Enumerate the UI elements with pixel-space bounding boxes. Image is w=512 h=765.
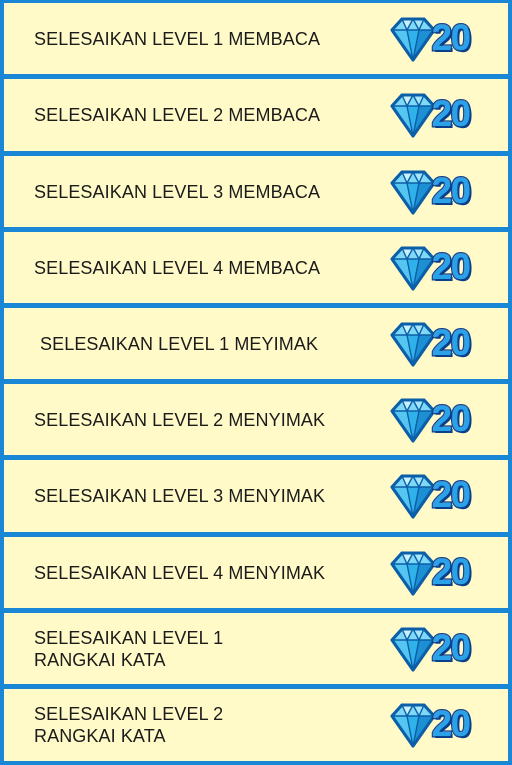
reward-badge: 20 — [388, 315, 500, 371]
task-label: SELESAIKAN LEVEL 1 RANGKAI KATA — [34, 627, 224, 670]
task-row[interactable]: SELESAIKAN LEVEL 2 MEMBACA 20 — [4, 79, 508, 151]
reward-amount: 20 — [430, 320, 472, 364]
reward-amount: 20 — [430, 549, 472, 593]
task-label: SELESAIKAN LEVEL 2 MENYIMAK — [34, 409, 326, 430]
task-row[interactable]: SELESAIKAN LEVEL 2 MENYIMAK 20 — [4, 384, 508, 455]
diamond-icon — [390, 246, 436, 290]
diamond-icon — [390, 398, 436, 442]
reward-amount: 20 — [430, 15, 472, 59]
reward-amount: 20 — [430, 625, 472, 669]
task-label: SELESAIKAN LEVEL 1 MEMBACA — [34, 28, 321, 49]
task-label: SELESAIKAN LEVEL 3 MENYIMAK — [34, 486, 326, 506]
diamond-icon — [390, 703, 436, 748]
task-label: SELESAIKAN LEVEL 2 RANGKAI KATA — [34, 704, 224, 746]
reward-amount: 20 — [430, 473, 472, 517]
diamond-icon — [390, 93, 436, 138]
task-label: SELESAIKAN LEVEL 1 MEYIMAK — [40, 333, 319, 354]
task-row[interactable]: SELESAIKAN LEVEL 4 MEMBACA 20 — [4, 232, 508, 303]
reward-badge: 20 — [388, 86, 500, 142]
reward-badge: 20 — [388, 391, 500, 447]
reward-badge: 20 — [388, 10, 500, 66]
task-row[interactable]: SELESAIKAN LEVEL 3 MENYIMAK 20 — [4, 460, 508, 532]
task-row[interactable]: SELESAIKAN LEVEL 3 MEMBACA 20 — [4, 156, 508, 227]
reward-badge: 20 — [388, 163, 500, 219]
task-row[interactable]: SELESAIKAN LEVEL 4 MENYIMAK 20 — [4, 537, 508, 608]
reward-amount: 20 — [430, 396, 472, 440]
task-row[interactable]: SELESAIKAN LEVEL 1 MEYIMAK 20 — [4, 308, 508, 379]
reward-amount: 20 — [430, 168, 472, 212]
reward-badge: 20 — [388, 467, 500, 523]
task-row[interactable]: SELESAIKAN LEVEL 1 RANGKAI KATA 20 — [4, 613, 508, 684]
reward-badge: 20 — [388, 544, 500, 600]
reward-badge: 20 — [388, 620, 500, 676]
task-label: SELESAIKAN LEVEL 4 MENYIMAK — [34, 562, 326, 583]
diamond-icon — [390, 627, 436, 671]
reward-amount: 20 — [430, 702, 472, 746]
reward-amount: 20 — [430, 244, 472, 288]
reward-amount: 20 — [430, 92, 472, 136]
reward-badge: 20 — [388, 696, 500, 752]
task-row[interactable]: SELESAIKAN LEVEL 2 RANGKAI KATA 20 — [4, 689, 508, 761]
task-label: SELESAIKAN LEVEL 2 MEMBACA — [34, 105, 321, 125]
diamond-icon — [390, 170, 436, 214]
diamond-icon — [390, 551, 436, 595]
task-label: SELESAIKAN LEVEL 3 MEMBACA — [34, 181, 321, 202]
task-list: SELESAIKAN LEVEL 1 MEMBACA 20 SELESAIKAN… — [0, 0, 512, 765]
task-row[interactable]: SELESAIKAN LEVEL 1 MEMBACA 20 — [4, 3, 508, 74]
diamond-icon — [390, 322, 436, 366]
diamond-icon — [390, 17, 436, 61]
diamond-icon — [390, 474, 436, 519]
reward-badge: 20 — [388, 239, 500, 295]
task-label: SELESAIKAN LEVEL 4 MEMBACA — [34, 257, 321, 278]
